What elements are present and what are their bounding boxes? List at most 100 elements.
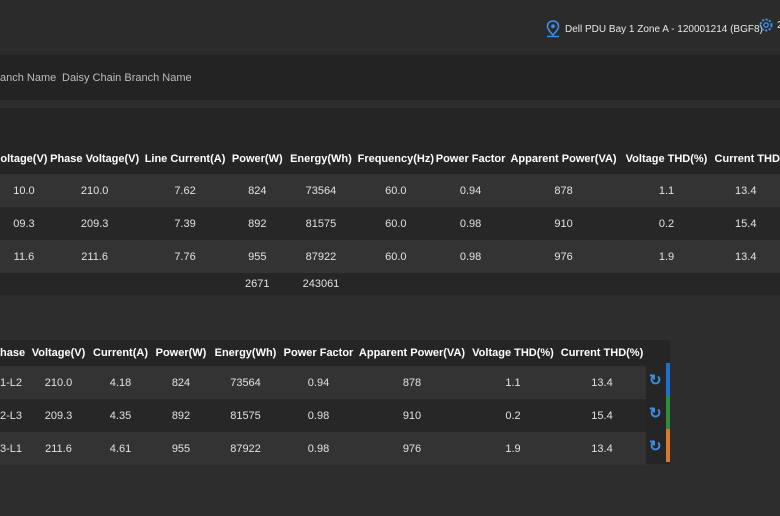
phase-color-stripe <box>666 396 670 429</box>
location-pin-icon <box>546 20 560 38</box>
cell-power-factor: 0.98 <box>435 240 506 273</box>
total-power: 2671 <box>228 273 286 295</box>
cell-voltage: 211.6 <box>28 432 89 465</box>
totals-row: 2671 243061 <box>0 273 780 295</box>
cell-apparent-power: 976 <box>356 432 468 465</box>
col-header-current-thd: Current THD <box>714 153 780 165</box>
cell-phase-voltage: 210.0 <box>47 174 142 207</box>
phase-color-stripe <box>666 363 670 396</box>
cell-voltage-thd: 0.2 <box>621 207 712 240</box>
cell-power-factor: 0.98 <box>281 399 356 432</box>
branch-name-field[interactable]: anch Name <box>0 72 56 84</box>
cell-power-factor: 0.94 <box>435 174 506 207</box>
cell-power: 824 <box>152 366 210 399</box>
col-header-energy: Energy(Wh) <box>290 153 352 165</box>
col-header-voltage: oltage(V) <box>0 153 48 165</box>
cell-power: 892 <box>228 207 286 240</box>
line-table: hase Voltage(V) Current(A) Power(W) Ener… <box>0 340 646 465</box>
cell-energy: 81575 <box>210 399 281 432</box>
col-header-power: Power(W) <box>231 153 283 165</box>
line-table-header: hase Voltage(V) Current(A) Power(W) Ener… <box>0 340 646 366</box>
col-header-power: Power(W) <box>155 347 207 359</box>
cell-frequency: 60.0 <box>355 207 436 240</box>
cell-power: 892 <box>152 399 210 432</box>
table-row[interactable]: 3-L1 211.6 4.61 955 87922 0.98 976 1.9 1… <box>0 432 646 465</box>
cell-voltage: 209.3 <box>28 399 89 432</box>
cell-energy: 73564 <box>285 174 356 207</box>
col-header-line-current: Line Current(A) <box>144 153 226 165</box>
cell-voltage-thd: 0.2 <box>468 399 558 432</box>
table-row[interactable]: 11.6 211.6 7.76 955 87922 60.0 0.98 976 … <box>0 240 780 273</box>
col-header-current: Current(A) <box>93 347 148 359</box>
phase-table: oltage(V) Phase Voltage(V) Line Current(… <box>0 144 780 295</box>
branch-filter-bar: anch Name Daisy Chain Branch Name <box>0 55 780 100</box>
cell-power: 955 <box>228 240 286 273</box>
cell-line-current: 7.62 <box>141 174 229 207</box>
table-row[interactable]: 10.0 210.0 7.62 824 73564 60.0 0.94 878 … <box>0 174 780 207</box>
cell-voltage: 10.0 <box>0 174 48 207</box>
device-selector[interactable]: Dell PDU Bay 1 Zone A - 120001214 (BGF8) <box>545 20 763 38</box>
col-header-frequency: Frequency(Hz) <box>357 153 434 165</box>
cell-voltage: 09.3 <box>0 207 48 240</box>
col-header-current-thd: Current THD(%) <box>560 347 644 359</box>
settings-button[interactable]: 2 <box>758 17 780 33</box>
cell-apparent-power: 878 <box>505 174 622 207</box>
cell-energy: 73564 <box>210 366 281 399</box>
cell-current-thd: 15.4 <box>711 207 780 240</box>
cell-current: 4.35 <box>89 399 152 432</box>
refresh-icon[interactable]: ↻ <box>649 404 662 422</box>
table-row[interactable]: 2-L3 209.3 4.35 892 81575 0.98 910 0.2 1… <box>0 399 646 432</box>
cell-apparent-power: 976 <box>505 240 622 273</box>
cell-phase: 2-L3 <box>0 399 28 432</box>
cell-frequency: 60.0 <box>355 174 436 207</box>
cell-current: 4.18 <box>89 366 152 399</box>
cell-energy: 87922 <box>285 240 356 273</box>
col-header-phase: hase <box>0 347 26 359</box>
col-header-power-factor: Power Factor <box>435 153 506 165</box>
col-header-phase-voltage: Phase Voltage(V) <box>50 153 140 165</box>
refresh-icon[interactable]: ↻ <box>649 437 662 455</box>
cell-power-factor: 0.98 <box>281 432 356 465</box>
cell-current-thd: 13.4 <box>558 432 646 465</box>
cell-energy: 87922 <box>210 432 281 465</box>
cell-voltage-thd: 1.1 <box>621 174 712 207</box>
cell-line-current: 7.39 <box>141 207 229 240</box>
total-energy: 243061 <box>285 273 356 295</box>
cell-phase: 1-L2 <box>0 366 28 399</box>
cell-current: 4.61 <box>89 432 152 465</box>
cell-voltage: 210.0 <box>28 366 89 399</box>
cell-current-thd: 13.4 <box>558 366 646 399</box>
col-header-voltage-thd: Voltage THD(%) <box>472 347 554 359</box>
cell-power: 955 <box>152 432 210 465</box>
cell-power: 824 <box>228 174 286 207</box>
cell-phase: 3-L1 <box>0 432 28 465</box>
daisy-chain-branch-field[interactable]: Daisy Chain Branch Name <box>62 72 192 84</box>
cell-voltage-thd: 1.9 <box>621 240 712 273</box>
col-header-power-factor: Power Factor <box>283 347 354 359</box>
col-header-apparent-power: Apparent Power(VA) <box>358 347 466 359</box>
cell-apparent-power: 878 <box>356 366 468 399</box>
cell-phase-voltage: 211.6 <box>47 240 142 273</box>
table-row[interactable]: 1-L2 210.0 4.18 824 73564 0.94 878 1.1 1… <box>0 366 646 399</box>
refresh-icon[interactable]: ↻ <box>649 371 662 389</box>
cell-apparent-power: 910 <box>356 399 468 432</box>
cell-frequency: 60.0 <box>355 240 436 273</box>
top-bar: Dell PDU Bay 1 Zone A - 120001214 (BGF8)… <box>0 0 780 55</box>
col-header-voltage: Voltage(V) <box>31 347 86 359</box>
gear-icon <box>759 18 773 32</box>
cell-current-thd: 13.4 <box>711 240 780 273</box>
col-header-apparent-power: Apparent Power(VA) <box>510 153 617 165</box>
cell-voltage: 11.6 <box>0 240 48 273</box>
table-row[interactable]: 09.3 209.3 7.39 892 81575 60.0 0.98 910 … <box>0 207 780 240</box>
cell-current-thd: 13.4 <box>711 174 780 207</box>
cell-power-factor: 0.98 <box>435 207 506 240</box>
cell-power-factor: 0.94 <box>281 366 356 399</box>
phase-table-header: oltage(V) Phase Voltage(V) Line Current(… <box>0 144 780 174</box>
col-header-voltage-thd: Voltage THD(%) <box>625 153 708 165</box>
col-header-energy: Energy(Wh) <box>214 347 277 359</box>
cell-energy: 81575 <box>285 207 356 240</box>
cell-voltage-thd: 1.1 <box>468 366 558 399</box>
cell-current-thd: 15.4 <box>558 399 646 432</box>
cell-voltage-thd: 1.9 <box>468 432 558 465</box>
cell-phase-voltage: 209.3 <box>47 207 142 240</box>
